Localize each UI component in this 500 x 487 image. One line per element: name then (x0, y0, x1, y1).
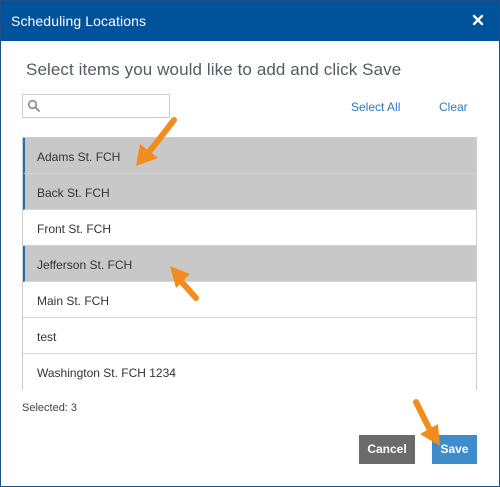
list-item-label: test (37, 330, 57, 344)
list-item-label: Adams St. FCH (37, 150, 121, 164)
list-item-label: Main St. FCH (37, 294, 110, 308)
location-list: Adams St. FCH Back St. FCH Front St. FCH… (22, 137, 477, 390)
cancel-button[interactable]: Cancel (359, 435, 415, 464)
list-item-washington[interactable]: Washington St. FCH 1234 (23, 354, 476, 390)
list-item-label: Washington St. FCH 1234 (37, 366, 176, 380)
instructions-text: Select items you would like to add and c… (26, 60, 402, 79)
search-field[interactable] (22, 94, 170, 118)
clear-link[interactable]: Clear (439, 100, 468, 114)
list-item-front[interactable]: Front St. FCH (23, 210, 476, 246)
list-item-label: Back St. FCH (37, 186, 110, 200)
close-icon[interactable] (471, 10, 487, 30)
select-all-link[interactable]: Select All (351, 100, 400, 114)
save-button[interactable]: Save (432, 435, 477, 464)
selected-count: Selected: 3 (22, 402, 78, 414)
search-icon (27, 99, 41, 113)
dialog-title: Scheduling Locations (11, 13, 147, 29)
list-item-label: Front St. FCH (37, 222, 112, 236)
list-item-label: Jefferson St. FCH (37, 258, 133, 272)
search-input[interactable] (41, 97, 165, 115)
dialog-header: Scheduling Locations (1, 1, 499, 41)
list-item-back[interactable]: Back St. FCH (23, 174, 476, 210)
list-item-adams[interactable]: Adams St. FCH (23, 138, 476, 174)
list-item-main[interactable]: Main St. FCH (23, 282, 476, 318)
list-item-test[interactable]: test (23, 318, 476, 354)
list-item-jefferson[interactable]: Jefferson St. FCH (23, 246, 476, 282)
